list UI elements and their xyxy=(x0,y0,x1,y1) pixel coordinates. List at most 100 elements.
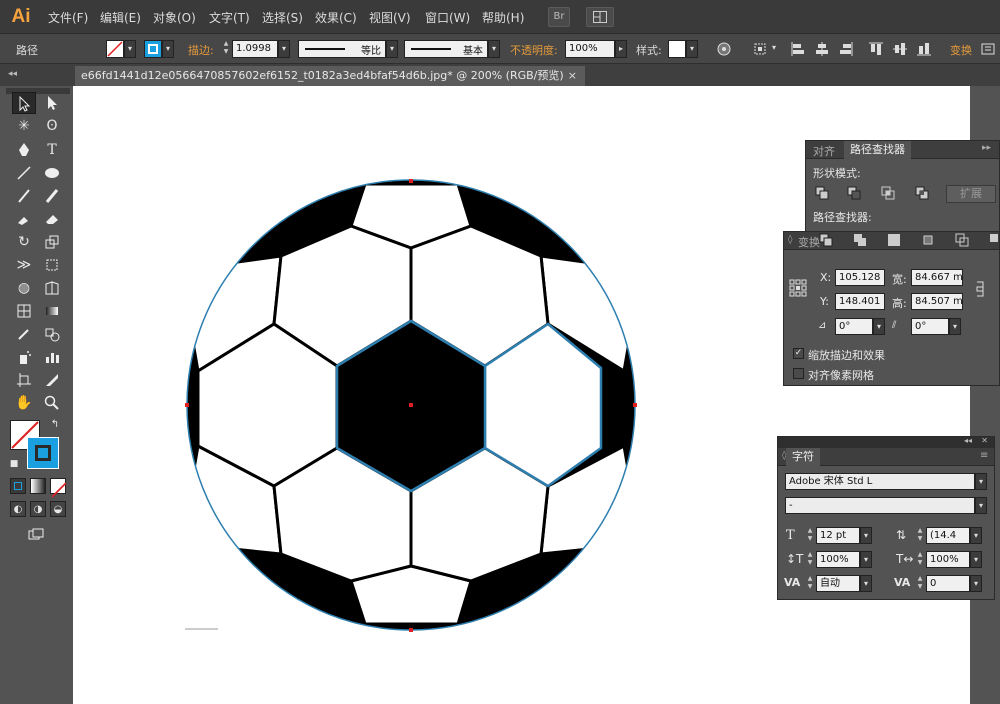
none-mode-icon[interactable] xyxy=(50,478,67,498)
draw-normal-icon[interactable]: ◐ xyxy=(10,501,26,517)
tracking-field[interactable]: 0 xyxy=(926,575,970,592)
rotate-tool-icon[interactable]: ↻ xyxy=(12,231,36,253)
stroke-weight-dropdown[interactable]: ▾ xyxy=(278,40,290,58)
width-field[interactable]: 84.667 m xyxy=(911,269,963,286)
font-family-field[interactable]: Adobe 宋体 Std L xyxy=(785,473,975,490)
font-size-field[interactable]: 12 pt xyxy=(816,527,860,544)
minus-front-icon[interactable] xyxy=(846,185,864,203)
pencil-tool-icon[interactable] xyxy=(40,185,64,207)
horizontal-scale-dropdown[interactable]: ▾ xyxy=(970,551,982,568)
tab-pathfinder[interactable]: 路径查找器 xyxy=(844,141,911,159)
opacity-dropdown[interactable]: ▸ xyxy=(615,40,627,58)
font-size-dropdown[interactable]: ▾ xyxy=(860,527,872,544)
bridge-button[interactable]: Br xyxy=(548,7,570,27)
align-to-icon[interactable] xyxy=(752,41,768,57)
vertical-scale-field[interactable]: 100% xyxy=(816,551,860,568)
align-pixel-grid-checkbox[interactable] xyxy=(793,368,804,379)
y-field[interactable]: 148.401 xyxy=(835,293,885,310)
blend-tool-icon[interactable] xyxy=(40,323,64,345)
vertical-scale-spinner[interactable]: ▲ ▼ xyxy=(806,551,814,568)
height-field[interactable]: 84.507 m xyxy=(911,293,963,310)
swap-fill-stroke-icon[interactable]: ↰ xyxy=(48,418,62,432)
stroke-spinner[interactable]: ▲ ▼ xyxy=(222,40,230,57)
minus-back-icon[interactable] xyxy=(988,232,1000,250)
magic-wand-tool-icon[interactable]: ✳ xyxy=(12,115,36,137)
draw-behind-icon[interactable]: ◑ xyxy=(30,501,46,517)
mesh-tool-icon[interactable] xyxy=(12,300,36,322)
default-colors-icon[interactable]: ■ xyxy=(8,458,20,470)
hand-tool-icon[interactable]: ✋ xyxy=(12,392,36,414)
font-style-dropdown[interactable]: ▾ xyxy=(975,497,987,514)
crop-icon[interactable] xyxy=(920,232,938,250)
vertical-scale-dropdown[interactable]: ▾ xyxy=(860,551,872,568)
gradient-mode-icon[interactable] xyxy=(30,478,46,494)
tab-align[interactable]: 对齐 xyxy=(813,143,835,159)
symbol-sprayer-tool-icon[interactable] xyxy=(12,346,36,368)
perspective-grid-tool-icon[interactable] xyxy=(40,277,64,299)
scale-strokes-checkbox[interactable]: ✓ xyxy=(793,348,804,359)
more-options-icon[interactable] xyxy=(980,41,996,57)
shear-field[interactable]: 0° xyxy=(911,318,949,335)
align-vcenter-icon[interactable] xyxy=(892,41,908,57)
arrange-documents-button[interactable] xyxy=(586,7,614,27)
menu-select[interactable]: 选择(S) xyxy=(262,9,303,26)
exclude-icon[interactable] xyxy=(914,185,932,203)
tracking-dropdown[interactable]: ▾ xyxy=(970,575,982,592)
character-panel-titlebar[interactable]: ◂◂ ✕ xyxy=(778,436,994,448)
unite-icon[interactable] xyxy=(814,185,832,203)
line-tool-icon[interactable] xyxy=(12,162,36,184)
profile-dropdown[interactable]: ▾ xyxy=(386,40,398,58)
artboard-tool-icon[interactable] xyxy=(12,369,36,391)
zoom-tool-icon[interactable] xyxy=(40,392,64,414)
paintbrush-tool-icon[interactable] xyxy=(12,185,36,207)
collapse-panel-icon[interactable]: ◂◂ xyxy=(964,436,972,445)
leading-field[interactable]: (14.4 xyxy=(926,527,970,544)
menu-edit[interactable]: 编辑(E) xyxy=(100,9,141,26)
document-tab[interactable]: e66fd1441d12e0566470857602ef6152_t0182a3… xyxy=(75,66,585,86)
blob-brush-tool-icon[interactable] xyxy=(12,208,36,230)
align-right-icon[interactable] xyxy=(838,41,854,57)
constrain-proportions-icon[interactable] xyxy=(972,280,990,298)
outline-icon[interactable] xyxy=(954,232,972,250)
menu-type[interactable]: 文字(T) xyxy=(209,9,250,26)
stroke-label[interactable]: 描边: xyxy=(188,42,214,58)
divide-icon[interactable] xyxy=(818,232,836,250)
menu-window[interactable]: 窗口(W) xyxy=(425,9,470,26)
column-graph-tool-icon[interactable] xyxy=(40,346,64,368)
gradient-tool-icon[interactable] xyxy=(40,300,64,322)
horizontal-scale-spinner[interactable]: ▲ ▼ xyxy=(916,551,924,568)
shear-dropdown[interactable]: ▾ xyxy=(949,318,961,335)
transform-link[interactable]: 变换 xyxy=(950,42,972,58)
stroke-dropdown[interactable]: ▾ xyxy=(162,40,174,58)
align-bottom-icon[interactable] xyxy=(916,41,932,57)
trim-icon[interactable] xyxy=(852,232,870,250)
rotate-dropdown[interactable]: ▾ xyxy=(873,318,885,335)
tracking-spinner[interactable]: ▲ ▼ xyxy=(916,575,924,592)
horizontal-scale-field[interactable]: 100% xyxy=(926,551,970,568)
direct-selection-tool-icon[interactable] xyxy=(40,92,64,114)
font-style-field[interactable]: - xyxy=(785,497,975,514)
rotate-field[interactable]: 0° xyxy=(835,318,873,335)
stroke-weight-field[interactable]: 1.0998 xyxy=(232,40,278,58)
kerning-field[interactable]: 自动 xyxy=(816,575,860,592)
slice-tool-icon[interactable] xyxy=(40,369,64,391)
font-size-spinner[interactable]: ▲ ▼ xyxy=(806,527,814,544)
color-mode-icon[interactable] xyxy=(10,478,26,494)
fill-swatch[interactable] xyxy=(106,40,124,58)
menu-file[interactable]: 文件(F) xyxy=(48,9,88,26)
collapse-toolbar-icon[interactable]: ◂◂ xyxy=(8,69,17,79)
eraser-tool-icon[interactable] xyxy=(40,208,64,230)
panel-toggle-icon[interactable]: ◊ xyxy=(788,235,792,245)
stroke-color-box[interactable] xyxy=(27,437,59,469)
free-transform-tool-icon[interactable] xyxy=(40,254,64,276)
menu-view[interactable]: 视图(V) xyxy=(369,9,411,26)
align-to-dropdown[interactable]: ▾ xyxy=(768,43,780,55)
graphic-style-swatch[interactable] xyxy=(668,40,686,58)
selection-tool-icon[interactable] xyxy=(12,92,36,114)
fill-dropdown[interactable]: ▾ xyxy=(124,40,136,58)
kerning-spinner[interactable]: ▲ ▼ xyxy=(806,575,814,592)
scale-tool-icon[interactable] xyxy=(40,231,64,253)
lasso-tool-icon[interactable]: ʘ xyxy=(40,115,64,137)
align-left-icon[interactable] xyxy=(790,41,806,57)
reference-point-icon[interactable] xyxy=(789,279,807,297)
